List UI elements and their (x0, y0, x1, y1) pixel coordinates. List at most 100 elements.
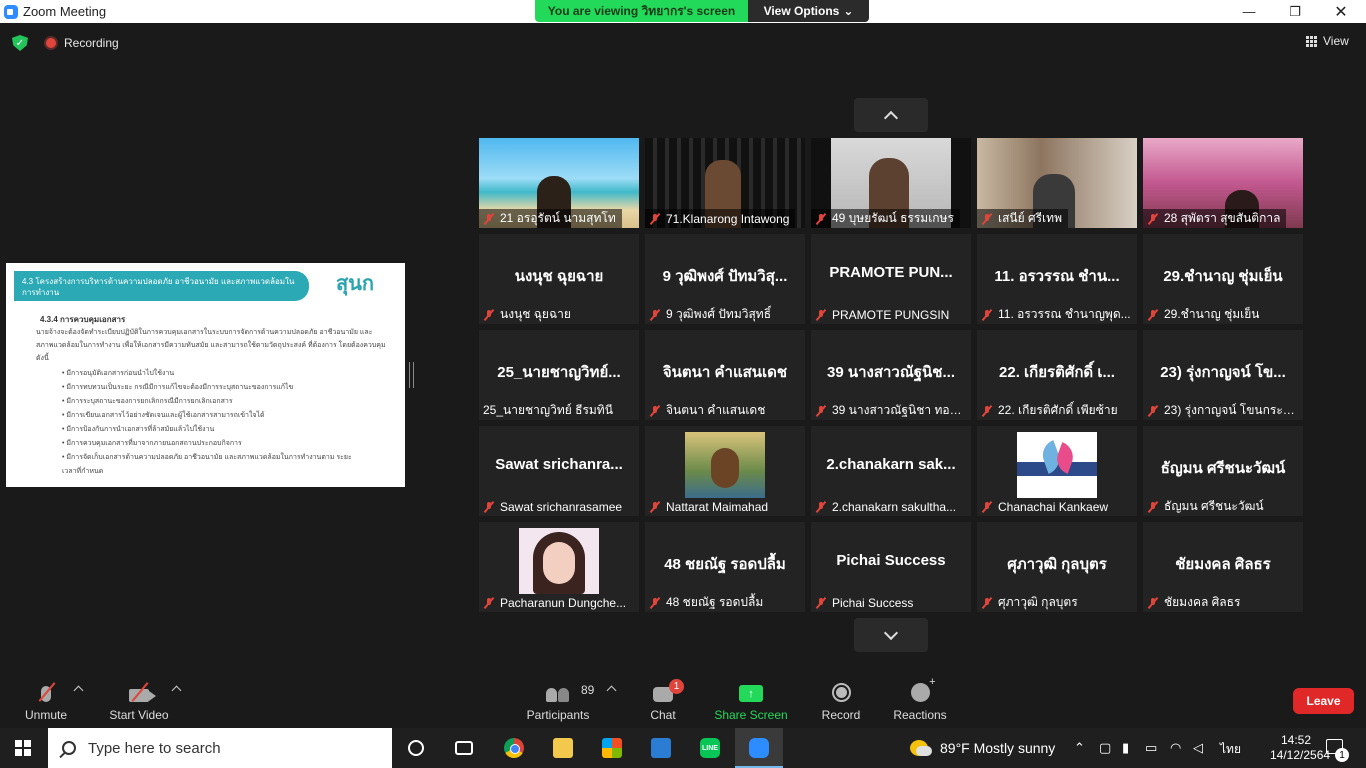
participant-display-name: ธัญมน ศรีชนะวัฒน์ (1160, 460, 1286, 477)
mic-muted-icon (483, 501, 495, 513)
participant-tile[interactable]: Pacharanun Dungche... (479, 522, 639, 612)
participant-tile[interactable]: 71.Klanarong Intawong (645, 138, 805, 228)
line-app-icon[interactable]: LINE (700, 738, 720, 758)
share-screen-label: Share Screen (714, 708, 788, 722)
search-icon (62, 741, 76, 755)
participant-name-bar: Pichai Success (811, 593, 919, 612)
tray-language[interactable]: ไทย (1220, 740, 1241, 759)
record-button[interactable]: Record (821, 680, 861, 722)
participant-display-name: 11. อรวรรณ ชำน... (994, 268, 1120, 285)
participant-tile[interactable]: 48 ชยณัฐ รอดปลื้ม 48 ชยณัฐ รอดปลื้ม (645, 522, 805, 612)
participant-tile[interactable]: 28 สุพัตรา สุขสันติกาล (1143, 138, 1303, 228)
windows-start-icon[interactable] (15, 740, 31, 756)
tray-speaker-muted-icon[interactable]: ◁ (1193, 740, 1203, 756)
participant-tile[interactable]: ชัยมงคล ศิลธร ชัยมงคล ศิลธร (1143, 522, 1303, 612)
taskbar-clock[interactable]: 14:52 14/12/2564 (1270, 733, 1331, 763)
start-video-button[interactable]: Start Video (109, 680, 169, 722)
participant-display-name: นงนุช ฉุยฉาย (514, 268, 604, 285)
gallery-next-page-button[interactable] (854, 618, 928, 652)
participant-tile[interactable]: 9 วุฒิพงศ์ ปัทมวิสุ... 9 วุฒิพงศ์ ปัทมวิ… (645, 234, 805, 324)
taskbar-search-box[interactable]: Type here to search (48, 728, 392, 768)
close-button[interactable]: ✕ (1318, 0, 1364, 23)
search-placeholder: Type here to search (88, 739, 221, 757)
participant-tile[interactable]: เสนีย์ ศรีเทพ (977, 138, 1137, 228)
participant-tile[interactable]: 22. เกียรติศักดิ์ เ... 22. เกียรติศักดิ์… (977, 330, 1137, 420)
participant-name-bar: จินตนา คำแสนเดช (645, 401, 771, 420)
participant-name-bar: Nattarat Maimahad (645, 497, 774, 516)
tray-device-icon[interactable]: ▢ (1099, 740, 1111, 756)
split-resize-handle[interactable] (409, 362, 414, 388)
weather-icon[interactable] (910, 740, 932, 756)
tray-wifi-icon[interactable]: ◠ (1170, 740, 1181, 756)
view-options-button[interactable]: View Options ⌄ (748, 0, 869, 22)
mic-muted-icon (649, 405, 661, 417)
audio-options-chevron-icon[interactable] (73, 685, 84, 696)
leave-button[interactable]: Leave (1293, 688, 1354, 714)
participant-name-bar: PRAMOTE PUNGSIN (811, 305, 955, 324)
tray-chevron-up-icon[interactable]: ⌃ (1074, 740, 1085, 756)
chevron-down-icon: ⌄ (843, 4, 854, 18)
participant-tile[interactable]: Sawat srichanra... Sawat srichanrasamee (479, 426, 639, 516)
participants-button[interactable]: 89 Participants (526, 680, 595, 722)
participant-name: ศุภาวุฒิ กุลบุตร (998, 595, 1078, 609)
participant-name: นงนุช ฉุยฉาย (500, 307, 571, 321)
view-label: View (1323, 34, 1349, 48)
window-title: Zoom Meeting (23, 4, 107, 19)
participant-display-name: 22. เกียรติศักดิ์ เ... (999, 364, 1115, 381)
video-options-chevron-icon[interactable] (171, 685, 182, 696)
microsoft-store-icon[interactable] (602, 738, 622, 758)
unmute-button[interactable]: Unmute (24, 680, 68, 722)
maximize-button[interactable]: ❐ (1272, 0, 1318, 23)
shared-screen[interactable]: 4.3 โครงสร้างการบริหารด้านความปลอดภัย อา… (6, 263, 405, 487)
participant-tile[interactable]: ธัญมน ศรีชนะวัฒน์ ธัญมน ศรีชนะวัฒน์ (1143, 426, 1303, 516)
gallery-prev-page-button[interactable] (854, 98, 928, 132)
chrome-icon[interactable] (504, 738, 524, 758)
participant-tile[interactable]: 11. อรวรรณ ชำน... 11. อรวรรณ ชำนาญพุด... (977, 234, 1137, 324)
participant-name-bar: 71.Klanarong Intawong (645, 209, 796, 228)
reactions-button[interactable]: Reactions (893, 676, 946, 722)
participants-label: Participants (526, 708, 590, 722)
participant-tile[interactable]: 23) รุ่งกาญจน์ โข... 23) รุ่งกาญจน์ โขนก… (1143, 330, 1303, 420)
tray-battery-icon[interactable]: ▭ (1145, 740, 1157, 756)
participant-name: 48 ชยณัฐ รอดปลื้ม (666, 595, 764, 609)
participant-tile[interactable]: ศุภาวุฒิ กุลบุตร ศุภาวุฒิ กุลบุตร (977, 522, 1137, 612)
file-explorer-icon[interactable] (553, 738, 573, 758)
participant-tile[interactable]: นงนุช ฉุยฉาย นงนุช ฉุยฉาย (479, 234, 639, 324)
participant-name-bar: 21 อรอุรัตน์ นามสุทโท (479, 209, 622, 228)
zoom-taskbar-icon[interactable] (749, 738, 769, 758)
participant-tile[interactable]: 39 นางสาวณัฐนิช... 39 นางสาวณัฐนิชา ทอง.… (811, 330, 971, 420)
chat-button[interactable]: 1 Chat (649, 679, 684, 722)
participant-name: เสนีย์ ศรีเทพ (998, 211, 1062, 225)
mic-muted-icon (1147, 501, 1159, 513)
viewing-banner: You are viewing วิทยากร's screen View Op… (535, 0, 869, 22)
participant-tile[interactable]: PRAMOTE PUN... PRAMOTE PUNGSIN (811, 234, 971, 324)
participant-tile[interactable]: 2.chanakarn sak... 2.chanakarn sakultha.… (811, 426, 971, 516)
participant-tile[interactable]: Chanachai Kankaew (977, 426, 1137, 516)
clock-date: 14/12/2564 (1270, 748, 1331, 762)
weather-text[interactable]: 89°F Mostly sunny (940, 740, 1055, 756)
grid-view-icon (1306, 35, 1317, 47)
participant-name: 11. อรวรรณ ชำนาญพุด... (998, 307, 1131, 321)
participant-tile[interactable]: Nattarat Maimahad (645, 426, 805, 516)
participant-avatar (519, 528, 599, 594)
share-screen-button[interactable]: ↑ Share Screen (714, 680, 788, 722)
view-button[interactable]: View (1306, 34, 1349, 48)
cortana-icon[interactable] (408, 740, 424, 756)
participant-name: ชัยมงคล ศิลธร (1164, 595, 1241, 609)
participant-tile[interactable]: 21 อรอุรัตน์ นามสุทโท (479, 138, 639, 228)
task-view-icon[interactable] (455, 741, 473, 755)
participant-name-bar: 2.chanakarn sakultha... (811, 497, 962, 516)
mic-muted-icon (981, 501, 993, 513)
participant-display-name: 29.ชำนาญ ชุ่มเย็น (1163, 268, 1283, 285)
participant-tile[interactable]: 25_นายชาญวิทย์... 25_นายชาญวิทย์ ธีรมทิน… (479, 330, 639, 420)
minimize-button[interactable]: — (1226, 0, 1272, 23)
participant-tile[interactable]: Pichai Success Pichai Success (811, 522, 971, 612)
participant-tile[interactable]: 29.ชำนาญ ชุ่มเย็น 29.ชำนาญ ชุ่มเย็น (1143, 234, 1303, 324)
encryption-shield-icon[interactable] (12, 35, 28, 51)
participants-options-chevron-icon[interactable] (606, 685, 617, 696)
participant-tile[interactable]: จินตนา คำแสนเดช จินตนา คำแสนเดช (645, 330, 805, 420)
mail-icon[interactable] (651, 738, 671, 758)
chat-unread-badge: 1 (669, 679, 684, 694)
tray-microphone-icon[interactable]: ▮ (1122, 740, 1129, 756)
participant-tile[interactable]: 49 บุษยรัฒน์ ธรรมเกษร (811, 138, 971, 228)
